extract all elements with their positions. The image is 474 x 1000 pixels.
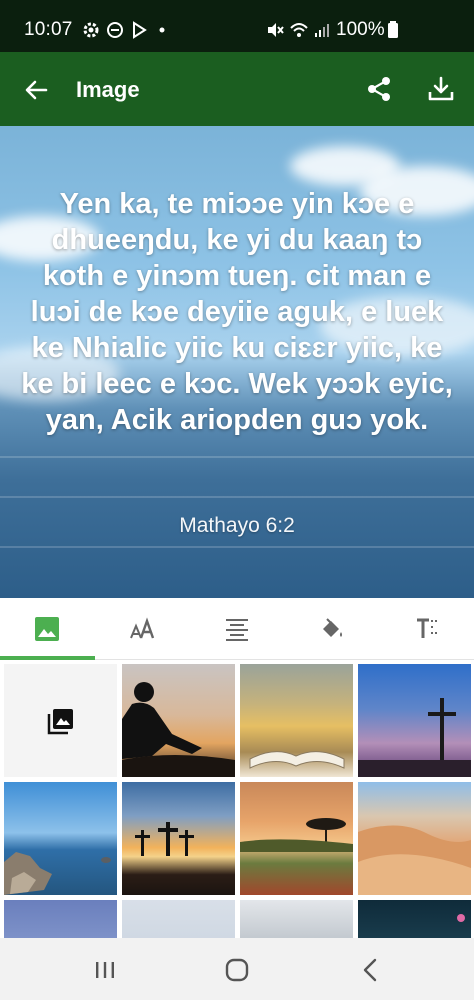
verse-preview-image[interactable]: Yen ka, te miɔɔe yin kɔe e dhueeŋdu, ke …	[0, 126, 474, 598]
three-crosses	[135, 822, 194, 856]
tab-text-style[interactable]	[379, 598, 474, 660]
back-icon[interactable]	[356, 955, 386, 985]
wave-line	[0, 546, 474, 548]
image-icon	[35, 617, 60, 641]
recents-icon[interactable]	[90, 955, 120, 985]
background-grid	[0, 660, 474, 938]
download-icon[interactable]	[426, 74, 456, 104]
text-format-icon	[416, 618, 437, 638]
system-nav-bar	[0, 938, 474, 1000]
dunes	[358, 825, 471, 895]
background-thumb-dark-sea[interactable]	[358, 900, 471, 938]
verse-reference: Mathayo 6:2	[179, 514, 295, 537]
background-thumb-open-book[interactable]	[240, 664, 353, 777]
paint-bucket-icon	[322, 618, 342, 637]
battery-icon	[388, 21, 398, 38]
gear-icon	[83, 22, 99, 38]
background-thumb-three-crosses[interactable]	[122, 782, 235, 895]
rocks	[4, 852, 111, 895]
verse-text: Yen ka, te miɔɔe yin kɔe e dhueeŋdu, ke …	[21, 188, 453, 436]
dot-icon	[159, 27, 165, 33]
tab-alignment[interactable]	[190, 598, 285, 660]
tab-background-image[interactable]	[0, 598, 95, 660]
wifi-icon	[290, 23, 308, 37]
background-thumb-acacia-tree[interactable]	[240, 782, 353, 895]
background-thumb-rocky-shore[interactable]	[4, 782, 117, 895]
pink-flower	[457, 914, 465, 922]
font-size-icon	[130, 617, 155, 639]
home-icon[interactable]	[222, 955, 252, 985]
background-thumb-purple-sky[interactable]	[4, 900, 117, 938]
page-title: Image	[76, 77, 140, 102]
background-thumb-reading-silhouette[interactable]	[122, 664, 235, 777]
align-center-icon	[225, 619, 248, 641]
share-icon[interactable]	[364, 74, 394, 104]
tab-font[interactable]	[95, 598, 190, 660]
background-thumb-snowy-mountains[interactable]	[240, 900, 353, 938]
app-bar: Image	[0, 52, 474, 126]
cross	[358, 698, 471, 777]
arrow-left-icon[interactable]	[22, 76, 50, 104]
silhouette-reading	[122, 682, 235, 777]
background-thumb-pale-sky[interactable]	[122, 900, 235, 938]
do-not-disturb-icon	[107, 22, 123, 38]
signal-icon	[315, 24, 329, 37]
photo-library-icon	[47, 708, 73, 734]
acacia-tree	[240, 818, 353, 852]
battery-percentage: 100%	[336, 19, 385, 40]
background-thumb-cross-dusk[interactable]	[358, 664, 471, 777]
gallery-picker-button[interactable]	[4, 664, 117, 777]
mute-icon	[268, 23, 284, 37]
status-time: 10:07	[24, 19, 73, 40]
tab-color[interactable]	[284, 598, 379, 660]
wave-line	[0, 496, 474, 498]
open-book	[249, 751, 345, 769]
editor-tabs	[0, 598, 474, 660]
background-thumb-desert-dunes[interactable]	[358, 782, 471, 895]
wave-line	[0, 456, 474, 458]
play-store-icon	[133, 21, 147, 39]
